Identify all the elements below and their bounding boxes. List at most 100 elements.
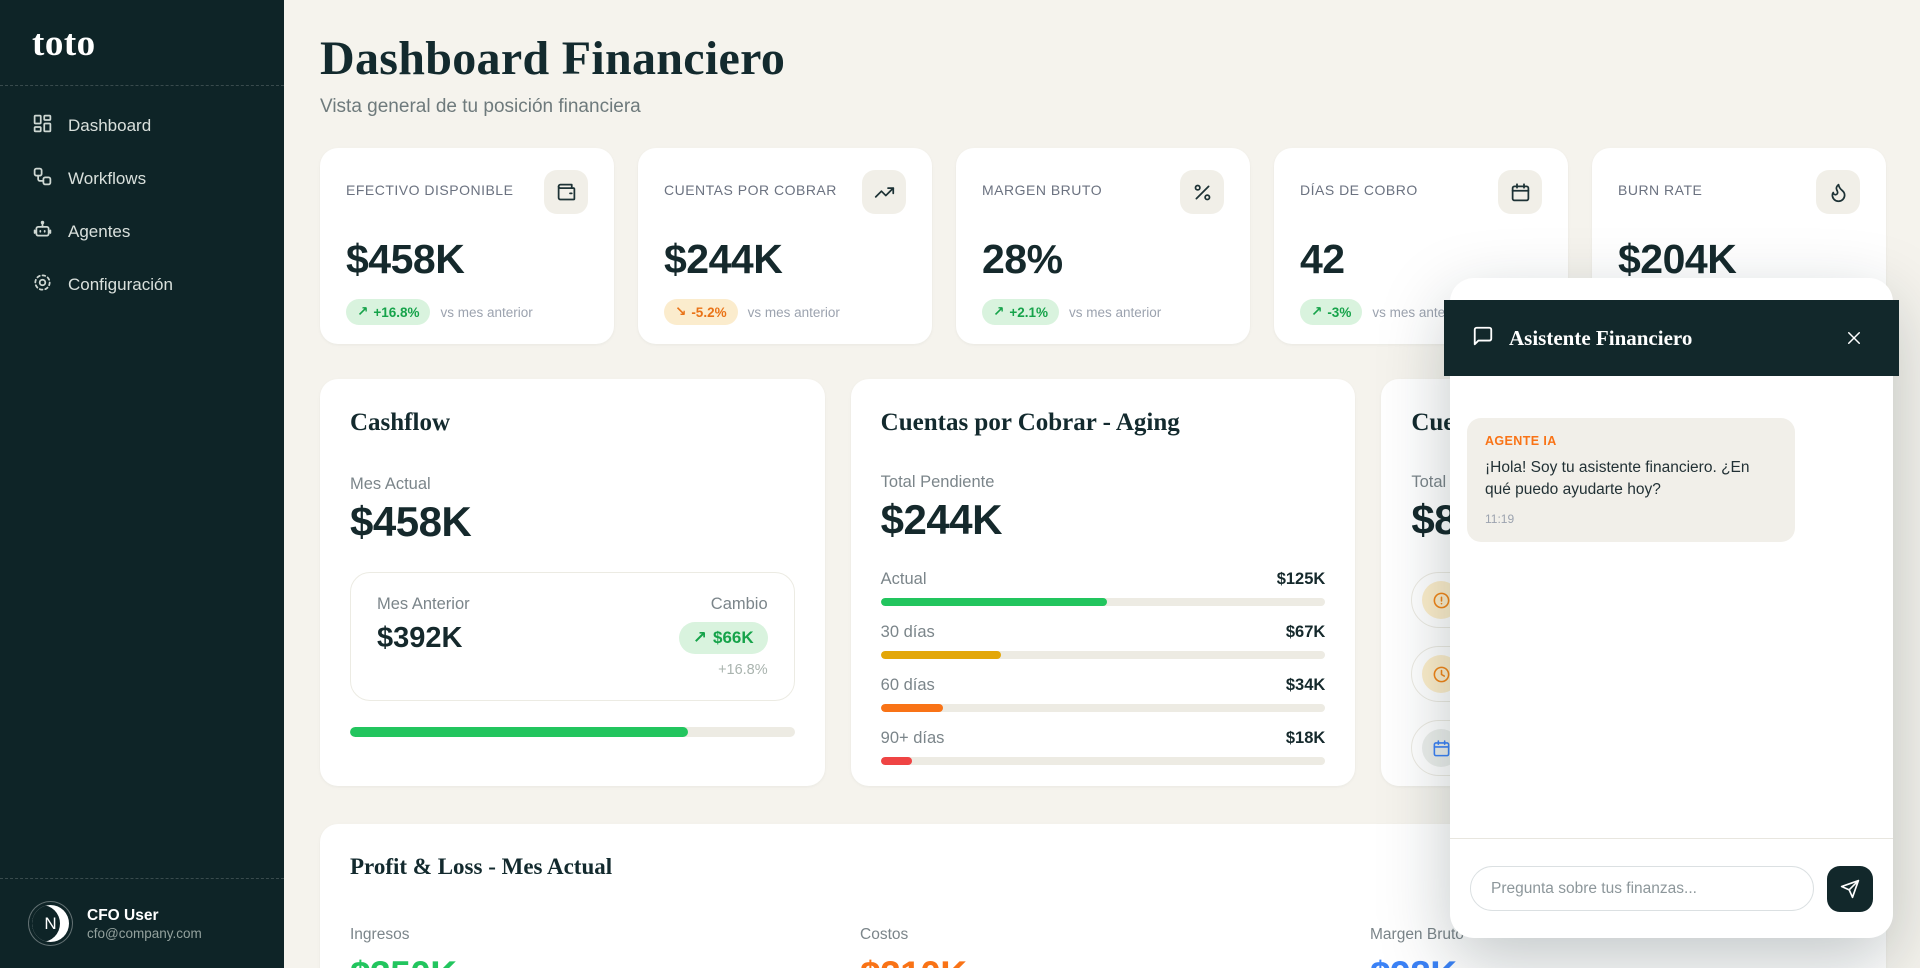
cashflow-current-value: $458K [350, 498, 795, 546]
kpi-card-margen-bruto: MARGEN BRUTO 28% ↗+2.1% vs mes anterior [956, 148, 1250, 344]
aging-row-fill [881, 598, 1108, 606]
kpi-value: 42 [1300, 236, 1542, 283]
aging-row-label: 90+ días [881, 729, 945, 748]
aging-row-track [881, 757, 1326, 765]
sidebar-item-configuracion[interactable]: Configuración [20, 263, 264, 307]
kpi-compare: vs mes anterior [440, 305, 532, 320]
kpi-card-efectivo: EFECTIVO DISPONIBLE $458K ↗+16.8% vs mes… [320, 148, 614, 344]
aging-row: 30 días $67K [881, 623, 1326, 659]
cashflow-change-badge: ↗$66K [679, 622, 768, 654]
kpi-value: 28% [982, 236, 1224, 283]
chat-messages: AGENTE IA ¡Hola! Soy tu asistente financ… [1450, 376, 1893, 838]
sidebar-item-workflows[interactable]: Workflows [20, 157, 264, 201]
send-icon[interactable] [1827, 866, 1873, 912]
pnl-value: $210K [860, 954, 1346, 968]
arrow-down-right-icon: ↘ [675, 304, 686, 320]
arrow-up-right-icon: ↗ [1311, 304, 1322, 320]
sidebar-nav: Dashboard Workflows Agentes Configuració… [0, 86, 284, 325]
cashflow-previous-box: Mes Anterior $392K Cambio ↗$66K +16.8% [350, 572, 795, 701]
chat-message-sender: AGENTE IA [1485, 434, 1777, 448]
sidebar-item-label: Dashboard [68, 116, 151, 136]
aging-card: Cuentas por Cobrar - Aging Total Pendien… [851, 379, 1356, 786]
percent-icon [1180, 170, 1224, 214]
sidebar: toto Dashboard Workflows Agentes Configu… [0, 0, 284, 968]
page-subtitle: Vista general de tu posición financiera [320, 96, 1886, 118]
kpi-label: MARGEN BRUTO [982, 182, 1102, 198]
kpi-delta-badge: ↘-5.2% [664, 299, 738, 325]
aging-row-track [881, 598, 1326, 606]
aging-row-label: Actual [881, 570, 927, 589]
cashflow-previous-value: $392K [377, 622, 470, 655]
avatar-initial: N [29, 902, 72, 945]
kpi-value: $244K [664, 236, 906, 283]
user-profile[interactable]: N CFO User cfo@company.com [0, 879, 284, 968]
gear-icon [32, 272, 53, 298]
avatar: N [28, 901, 73, 946]
calendar-icon [1498, 170, 1542, 214]
aging-title: Cuentas por Cobrar - Aging [881, 409, 1326, 437]
kpi-label: EFECTIVO DISPONIBLE [346, 182, 513, 198]
aging-row-value: $125K [1277, 570, 1326, 589]
kpi-card-cuentas-cobrar: CUENTAS POR COBRAR $244K ↘-5.2% vs mes a… [638, 148, 932, 344]
kpi-compare: vs mes anterior [748, 305, 840, 320]
arrow-up-right-icon: ↗ [993, 304, 1004, 320]
aging-row-label: 30 días [881, 623, 935, 642]
close-icon[interactable] [1837, 321, 1871, 355]
cashflow-progress-fill [350, 727, 688, 737]
kpi-label: CUENTAS POR COBRAR [664, 182, 837, 198]
aging-row-fill [881, 757, 912, 765]
pnl-col-costos: Costos $210K [860, 926, 1346, 968]
trending-up-icon [862, 170, 906, 214]
cashflow-card: Cashflow Mes Actual $458K Mes Anterior $… [320, 379, 825, 786]
chat-message: AGENTE IA ¡Hola! Soy tu asistente financ… [1467, 418, 1795, 542]
cashflow-progress-track [350, 727, 795, 737]
aging-total-value: $244K [881, 496, 1326, 544]
aging-total-label: Total Pendiente [881, 473, 1326, 492]
dashboard-grid-icon [32, 113, 53, 139]
sidebar-item-label: Workflows [68, 169, 146, 189]
cashflow-change-label: Cambio [711, 595, 768, 614]
kpi-value: $204K [1618, 236, 1860, 283]
flame-icon [1816, 170, 1860, 214]
wallet-icon [544, 170, 588, 214]
aging-row-track [881, 651, 1326, 659]
sidebar-item-dashboard[interactable]: Dashboard [20, 104, 264, 148]
kpi-delta-badge: ↗+2.1% [982, 299, 1059, 325]
kpi-label: DÍAS DE COBRO [1300, 182, 1418, 198]
aging-row-track [881, 704, 1326, 712]
aging-row: Actual $125K [881, 570, 1326, 606]
aging-row: 90+ días $18K [881, 729, 1326, 765]
page-title: Dashboard Financiero [320, 34, 1886, 84]
kpi-value: $458K [346, 236, 588, 283]
pnl-col-ingresos: Ingresos $350K [350, 926, 836, 968]
user-email: cfo@company.com [87, 926, 202, 941]
arrow-up-right-icon: ↗ [693, 628, 707, 648]
chat-message-text: ¡Hola! Soy tu asistente financiero. ¿En … [1485, 457, 1777, 502]
arrow-up-right-icon: ↗ [357, 304, 368, 320]
pnl-value: $350K [350, 954, 836, 968]
kpi-label: BURN RATE [1618, 182, 1702, 198]
chat-header: Asistente Financiero [1444, 300, 1899, 376]
pnl-label: Ingresos [350, 926, 836, 944]
message-square-icon [1472, 325, 1494, 352]
chat-title: Asistente Financiero [1509, 326, 1822, 351]
aging-row-value: $34K [1286, 676, 1325, 695]
aging-row-fill [881, 651, 1001, 659]
chat-footer [1450, 838, 1893, 938]
sidebar-item-agentes[interactable]: Agentes [20, 210, 264, 254]
sidebar-item-label: Agentes [68, 222, 130, 242]
chat-panel: Asistente Financiero AGENTE IA ¡Hola! So… [1450, 278, 1893, 938]
aging-row-value: $18K [1286, 729, 1325, 748]
app-logo: toto [0, 0, 284, 85]
pnl-value: $98K [1370, 954, 1856, 968]
chat-message-time: 11:19 [1485, 512, 1777, 526]
aging-row-value: $67K [1286, 623, 1325, 642]
cashflow-previous-label: Mes Anterior [377, 595, 470, 614]
sidebar-item-label: Configuración [68, 275, 173, 295]
user-name: CFO User [87, 906, 202, 925]
aging-row-label: 60 días [881, 676, 935, 695]
chat-input[interactable] [1470, 866, 1814, 911]
aging-row-fill [881, 704, 943, 712]
robot-icon [32, 219, 53, 245]
cashflow-change-pct: +16.8% [718, 662, 768, 678]
